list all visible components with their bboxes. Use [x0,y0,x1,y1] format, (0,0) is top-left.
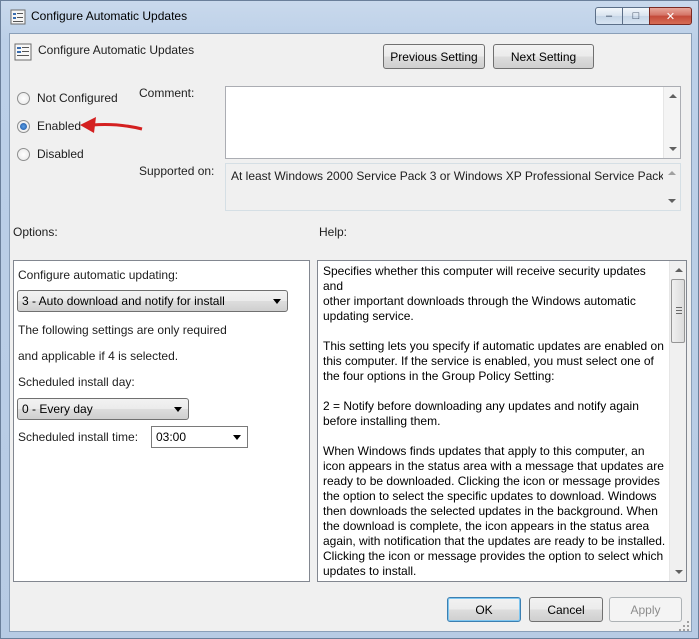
next-setting-button[interactable]: Next Setting [493,44,594,69]
window-title: Configure Automatic Updates [31,9,188,23]
scroll-down-icon[interactable] [669,147,677,151]
maximize-button[interactable]: □ [622,7,650,25]
comment-textarea[interactable] [225,86,681,159]
chevron-down-icon [273,299,281,304]
install-day-label: Scheduled install day: [18,375,135,389]
radio-enabled[interactable]: Enabled [17,119,81,133]
maximize-icon: □ [632,10,640,22]
settings-note-line1: The following settings are only required [18,323,227,337]
radio-disabled-label: Disabled [37,147,84,161]
radio-disabled[interactable]: Disabled [17,147,84,161]
supported-on-field: At least Windows 2000 Service Pack 3 or … [225,163,681,211]
minimize-icon: – [605,10,613,22]
chevron-down-icon [233,435,241,440]
install-time-dropdown[interactable]: 03:00 [151,426,248,448]
dialog-window: Configure Automatic Updates – □ ✕ Config… [0,0,699,639]
configure-updating-label: Configure automatic updating: [18,268,179,282]
options-panel: Configure automatic updating: 3 - Auto d… [13,260,310,582]
cancel-button[interactable]: Cancel [529,597,603,622]
radio-disabled-circle[interactable] [17,147,30,161]
radio-enabled-circle[interactable] [17,119,30,133]
previous-setting-button[interactable]: Previous Setting [383,44,485,69]
dialog-client-area: Configure Automatic Updates Previous Set… [9,33,692,632]
red-arrow-icon [80,117,143,133]
scroll-up-icon[interactable] [669,94,677,98]
ok-button[interactable]: OK [447,597,521,622]
help-panel: Specifies whether this computer will rec… [317,260,687,582]
install-day-value: 0 - Every day [22,402,93,416]
scroll-up-icon[interactable] [675,268,683,272]
install-time-label: Scheduled install time: [18,430,139,444]
policy-settings-icon [10,9,26,25]
comment-scrollbar[interactable] [663,87,680,158]
close-button[interactable]: ✕ [649,7,692,25]
help-scrollbar[interactable] [669,261,686,581]
resize-grip-icon[interactable] [678,620,690,632]
setting-title: Configure Automatic Updates [38,43,195,57]
radio-not-configured[interactable]: Not Configured [17,91,118,105]
help-heading: Help: [319,225,348,239]
radio-enabled-label: Enabled [37,119,82,133]
scroll-up-icon[interactable] [668,171,676,175]
supported-on-value: At least Windows 2000 Service Pack 3 or … [231,169,675,183]
options-heading: Options: [13,225,58,239]
configure-updating-dropdown[interactable]: 3 - Auto download and notify for install [17,290,288,312]
apply-button[interactable]: Apply [609,597,682,622]
policy-setting-icon [14,43,32,61]
radio-not-configured-label: Not Configured [37,91,118,105]
help-scroll-thumb[interactable] [671,279,685,343]
radio-not-configured-circle[interactable] [17,91,30,105]
title-bar[interactable]: Configure Automatic Updates – □ ✕ [1,1,698,33]
supported-on-label: Supported on: [139,164,215,178]
scroll-down-icon[interactable] [668,199,676,203]
close-icon: ✕ [665,10,676,23]
chevron-down-icon [174,407,182,412]
install-day-dropdown[interactable]: 0 - Every day [17,398,189,420]
supported-scrollbar[interactable] [663,164,680,210]
help-text: Specifies whether this computer will rec… [323,264,666,578]
install-time-value: 03:00 [156,430,187,444]
configure-updating-value: 3 - Auto download and notify for install [22,294,225,308]
comment-label: Comment: [139,86,195,100]
settings-note-line2: and applicable if 4 is selected. [18,349,179,363]
scroll-down-icon[interactable] [675,570,683,574]
minimize-button[interactable]: – [595,7,623,25]
